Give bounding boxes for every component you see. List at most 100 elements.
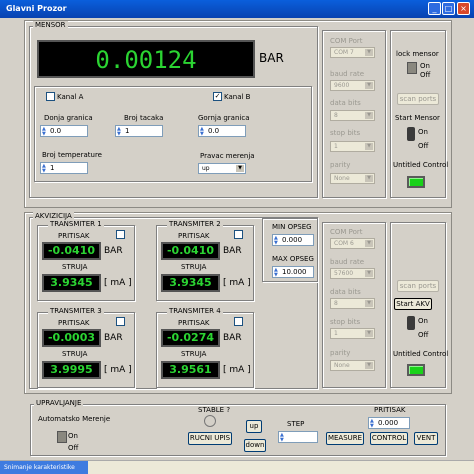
spinner-icon[interactable]: ▲ ▼	[274, 268, 278, 278]
transmitter-2-checkbox[interactable]	[234, 230, 243, 239]
scan-ports-button-1[interactable]: scan ports	[397, 93, 439, 105]
lock-off-label: Off	[420, 71, 431, 79]
broj-temp-input[interactable]: ▲ ▼ 1	[40, 162, 88, 174]
chevron-down-icon[interactable]: ▼	[365, 330, 373, 337]
chevron-down-icon[interactable]: ▼	[365, 270, 373, 277]
gornja-input[interactable]: ▲ ▼ 0.0	[198, 125, 246, 137]
lock-mensor-toggle[interactable]	[407, 62, 417, 74]
com2-port-label: COM Port	[330, 228, 363, 236]
taskbar-item[interactable]: Snimanje karakteristike	[0, 461, 88, 474]
start-akv-toggle[interactable]	[407, 316, 415, 330]
start-mensor-toggle[interactable]	[407, 127, 415, 141]
com1-port-label: COM Port	[330, 37, 363, 45]
chevron-down-icon[interactable]: ▼	[365, 49, 373, 56]
maximize-button[interactable]: □	[442, 2, 455, 15]
t2-ma-unit: [ mA ]	[223, 278, 251, 288]
akvizicija-group-label: AKVIZICIJA	[33, 212, 74, 220]
t1-ma-unit: [ mA ]	[104, 278, 132, 288]
stable-label: STABLE ?	[198, 406, 231, 414]
min-opseg-input[interactable]: ▲ ▼ 0.000	[272, 234, 314, 246]
donja-input[interactable]: ▲ ▼ 0.0	[40, 125, 88, 137]
spinner-icon[interactable]: ▲ ▼	[42, 127, 46, 137]
t3-current-display: 3.9995	[42, 361, 101, 379]
broj-tacaka-input[interactable]: ▲ ▼ 1	[115, 125, 163, 137]
kanal-b-checkbox[interactable]: ✓	[213, 92, 222, 101]
down-button[interactable]: down	[244, 439, 266, 452]
start-mensor-label: Start Mensor	[395, 114, 440, 122]
com2-data-label: data bits	[330, 288, 361, 296]
com1-parity-select[interactable]: None ▼	[330, 173, 375, 184]
chevron-down-icon[interactable]: ▼	[365, 82, 373, 89]
transmitter-4-checkbox[interactable]	[234, 317, 243, 326]
com1-data-select[interactable]: 8 ▼	[330, 110, 375, 121]
t4-bar-unit: BAR	[223, 333, 242, 343]
spinner-icon[interactable]: ▲ ▼	[280, 433, 284, 443]
com2-baud-select[interactable]: 57600 ▼	[330, 268, 375, 279]
auto-on-label: On	[68, 432, 78, 440]
pritisak-setpoint-input[interactable]: ▲ ▼ 0.000	[368, 417, 410, 429]
t1-bar-unit: BAR	[104, 246, 123, 256]
com2-port-select[interactable]: COM 6 ▼	[330, 238, 375, 249]
akv-on-label: On	[418, 317, 428, 325]
pravac-select[interactable]: up ▼	[198, 163, 246, 174]
t3-pressure-display: -0.0003	[42, 329, 101, 347]
com2-parity-select[interactable]: None ▼	[330, 360, 375, 371]
min-opseg-label: MIN OPSEG	[272, 223, 312, 231]
akv-off-label: Off	[418, 331, 429, 339]
scan-ports-button-2[interactable]: scan ports	[397, 280, 439, 292]
transmitter-1-checkbox[interactable]	[116, 230, 125, 239]
step-input[interactable]: ▲ ▼	[278, 431, 318, 443]
com2-baud-label: baud rate	[330, 258, 365, 266]
close-button[interactable]: ×	[457, 2, 470, 15]
chevron-down-icon[interactable]: ▼	[365, 300, 373, 307]
t2-pressure-display: -0.0410	[161, 242, 220, 260]
auto-merenje-toggle[interactable]	[57, 431, 67, 443]
t3-pritisak-label: PRITISAK	[58, 319, 90, 327]
chevron-down-icon[interactable]: ▼	[365, 240, 373, 247]
untitled-control-label-2: Untitled Control	[393, 350, 449, 358]
spinner-icon[interactable]: ▲ ▼	[200, 127, 204, 137]
com2-stop-select[interactable]: 1 ▼	[330, 328, 375, 339]
measure-button[interactable]: MEASURE	[326, 432, 364, 445]
chevron-down-icon[interactable]: ▼	[365, 175, 373, 182]
t1-current-display: 3.9345	[42, 274, 101, 292]
lock-on-label: On	[420, 62, 430, 70]
led-indicator-1	[407, 176, 425, 188]
t1-pressure-display: -0.0410	[42, 242, 101, 260]
window-title: Glavni Prozor	[6, 4, 67, 13]
com2-data-select[interactable]: 8 ▼	[330, 298, 375, 309]
chevron-down-icon[interactable]: ▼	[365, 362, 373, 369]
com1-stop-select[interactable]: 1 ▼	[330, 141, 375, 152]
kanal-a-label: Kanal A	[57, 93, 84, 101]
t2-current-display: 3.9345	[161, 274, 220, 292]
transmitter-4-label: TRANSMITER 4	[167, 307, 223, 315]
pritisak-setpoint-label: PRITISAK	[374, 406, 406, 414]
chevron-down-icon[interactable]: ▼	[365, 112, 373, 119]
spinner-icon[interactable]: ▲ ▼	[117, 127, 121, 137]
up-button[interactable]: up	[246, 420, 262, 433]
com1-baud-select[interactable]: 9600 ▼	[330, 80, 375, 91]
spinner-icon[interactable]: ▲ ▼	[274, 236, 278, 246]
max-opseg-label: MAX OPSEG	[272, 255, 314, 263]
auto-merenje-label: Automatsko Merenje	[38, 415, 111, 423]
step-label: STEP	[287, 420, 305, 428]
minimize-button[interactable]: _	[428, 2, 441, 15]
control-button[interactable]: CONTROL	[370, 432, 408, 445]
rucni-upis-button[interactable]: RUCNI UPIS	[188, 432, 232, 445]
com1-port-select[interactable]: COM 7 ▼	[330, 47, 375, 58]
spinner-icon[interactable]: ▲ ▼	[42, 164, 46, 174]
spinner-icon[interactable]: ▲ ▼	[370, 419, 374, 429]
chevron-down-icon[interactable]: ▼	[365, 143, 373, 150]
t4-pritisak-label: PRITISAK	[178, 319, 210, 327]
start-on-label: On	[418, 128, 428, 136]
transmitter-3-checkbox[interactable]	[116, 317, 125, 326]
t4-ma-unit: [ mA ]	[223, 365, 251, 375]
vent-button[interactable]: VENT	[414, 432, 438, 445]
t3-bar-unit: BAR	[104, 333, 123, 343]
transmitter-1-label: TRANSMITER 1	[48, 220, 104, 228]
chevron-down-icon[interactable]: ▼	[236, 165, 244, 172]
max-opseg-input[interactable]: ▲ ▼ 10.000	[272, 266, 314, 278]
com1-baud-label: baud rate	[330, 70, 365, 78]
kanal-a-checkbox[interactable]	[46, 92, 55, 101]
start-akv-button[interactable]: Start AKV	[394, 298, 432, 310]
